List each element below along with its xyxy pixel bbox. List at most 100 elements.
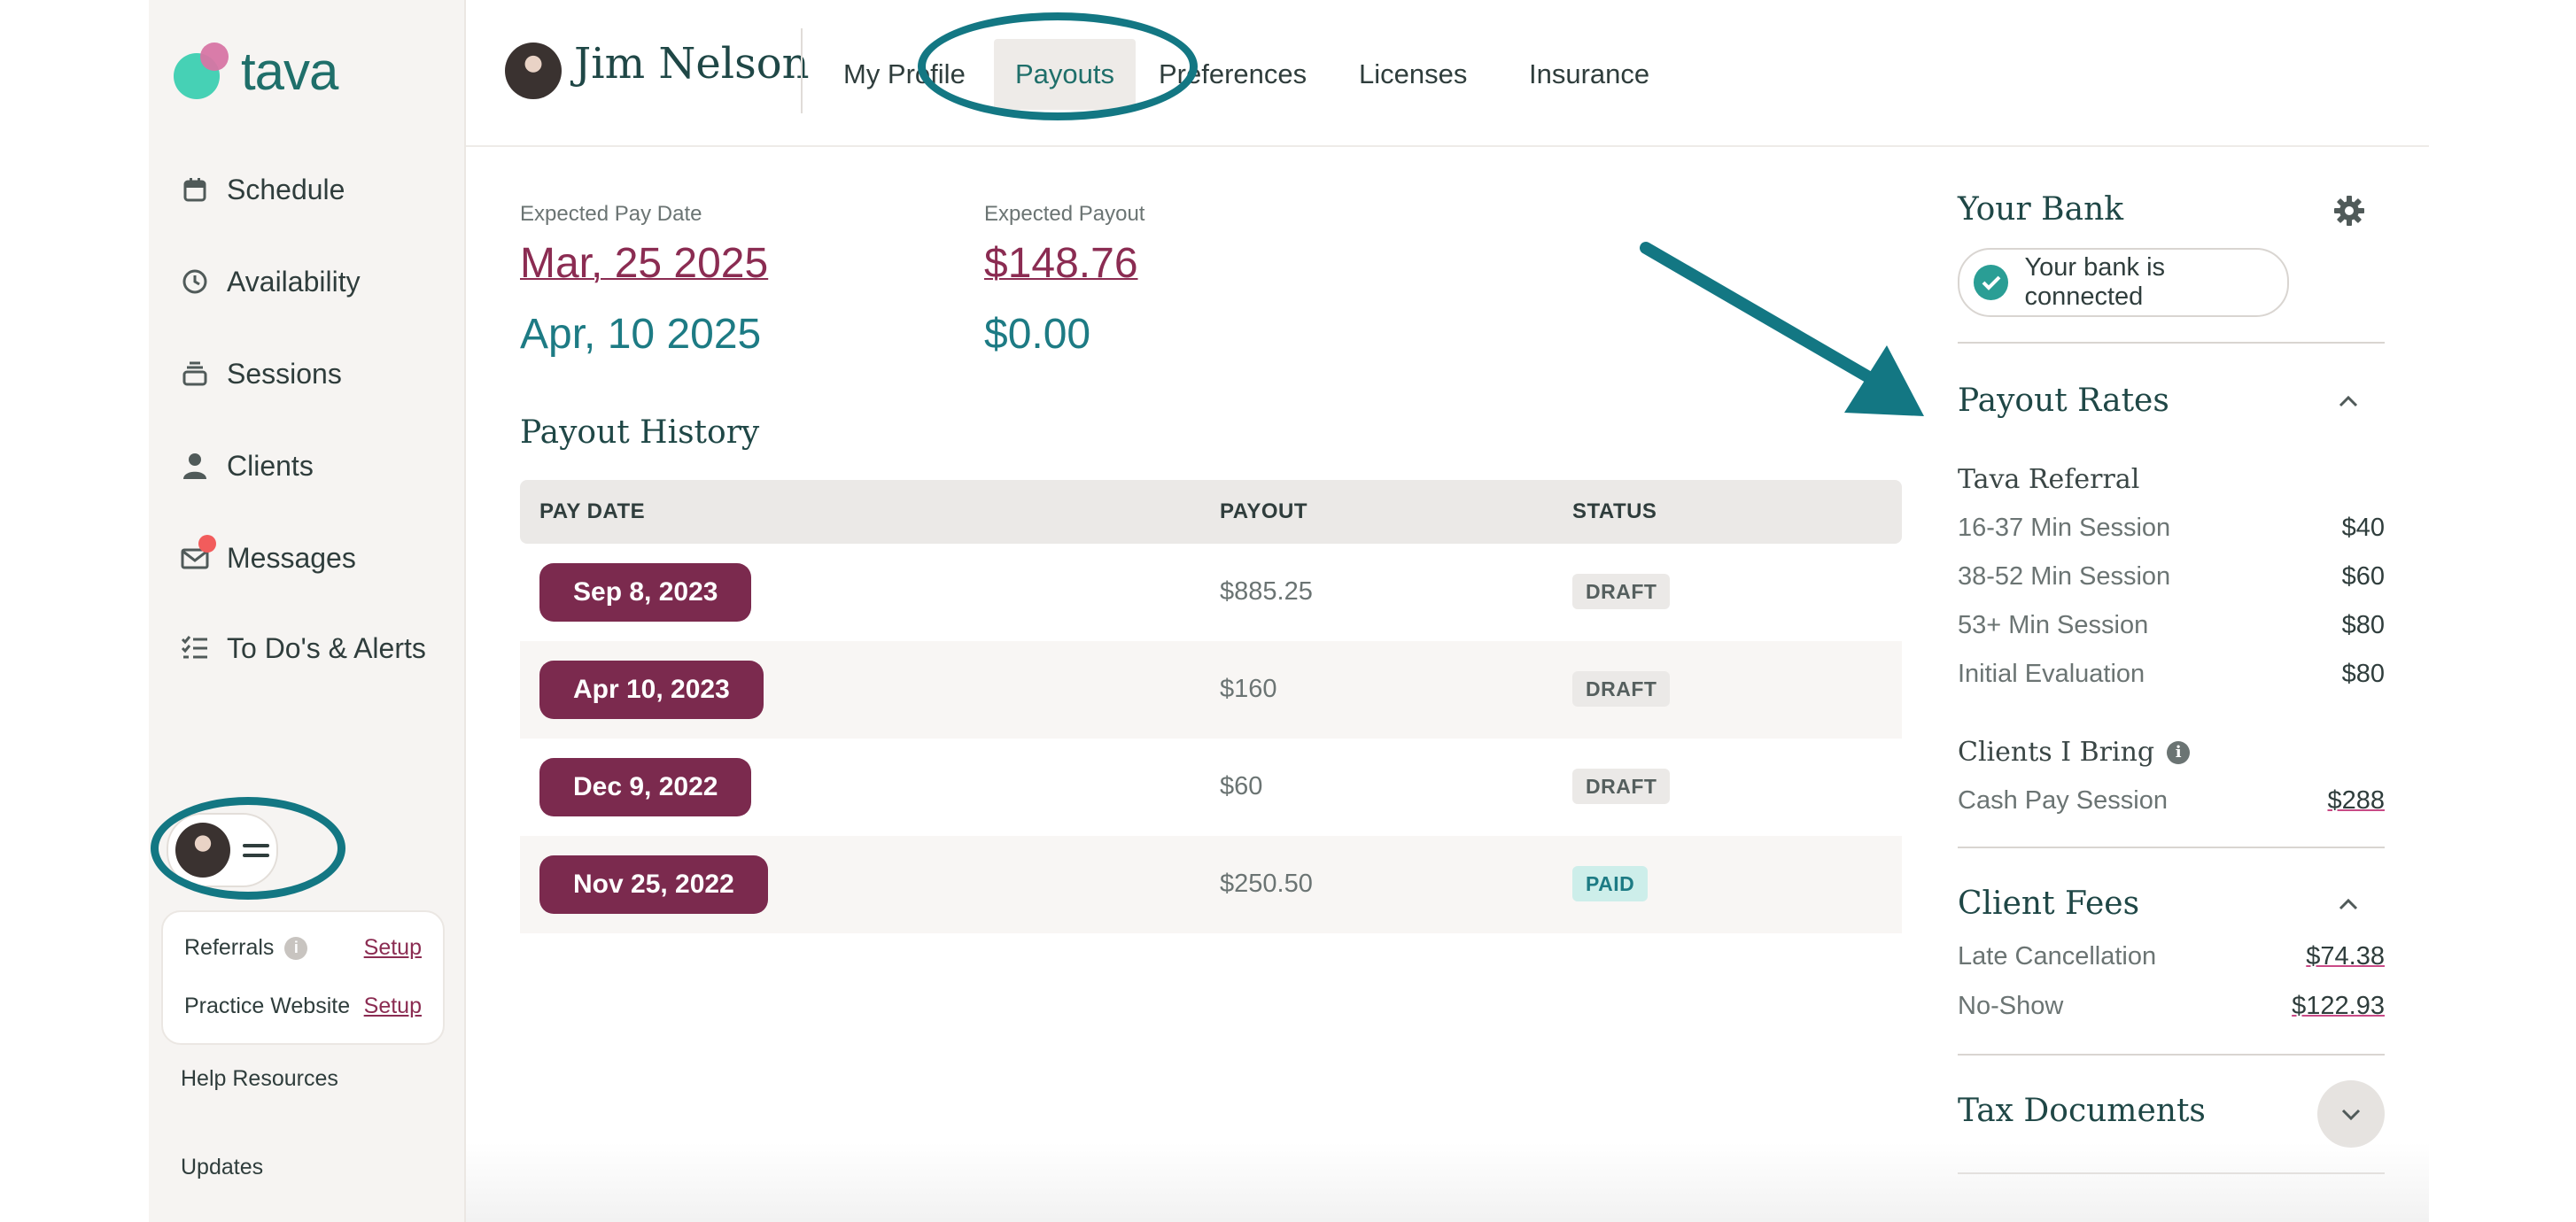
- tab-insurance[interactable]: Insurance: [1508, 39, 1671, 110]
- table-row: Dec 9, 2022 $60 DRAFT: [520, 739, 1902, 836]
- divider: [1958, 1054, 2385, 1056]
- bank-connected-badge: Your bank is connected: [1958, 248, 2289, 317]
- rate-label: Initial Evaluation: [1958, 660, 2145, 688]
- pay-date-button[interactable]: Apr 10, 2023: [539, 661, 764, 719]
- gear-icon[interactable]: [2333, 195, 2365, 231]
- tax-documents-expand-button[interactable]: [2317, 1080, 2385, 1148]
- sidebar-item-messages[interactable]: Messages: [181, 531, 356, 584]
- mail-icon: [181, 535, 216, 572]
- chevron-up-icon[interactable]: [2337, 893, 2360, 916]
- status-badge: DRAFT: [1572, 574, 1671, 609]
- header-divider: [801, 28, 803, 113]
- rate-value: $80: [2341, 660, 2385, 688]
- tab-licenses[interactable]: Licenses: [1338, 39, 1488, 110]
- table-row: Sep 8, 2023 $885.25 DRAFT: [520, 544, 1902, 641]
- rate-label: 38-52 Min Session: [1958, 562, 2171, 591]
- annotation-circle-avatar: [151, 797, 345, 900]
- rate-label: Cash Pay Session: [1958, 786, 2168, 815]
- fee-value-link[interactable]: $74.38: [2306, 942, 2385, 971]
- sidebar-item-label: To Do's & Alerts: [227, 631, 426, 664]
- status-badge: DRAFT: [1572, 769, 1671, 804]
- stack-icon: [181, 360, 209, 388]
- info-icon[interactable]: i: [284, 936, 308, 960]
- person-icon: [181, 452, 209, 480]
- tax-documents-title: Tax Documents: [1958, 1093, 2206, 1129]
- profile-header: Jim Nelson My Profile Payouts Preference…: [466, 0, 2429, 147]
- referrals-label: Referrals: [184, 935, 275, 960]
- table-header: PAY DATE PAYOUT STATUS: [520, 480, 1902, 544]
- table-row: Apr 10, 2023 $160 DRAFT: [520, 641, 1902, 739]
- client-fees-title: Client Fees: [1958, 886, 2140, 922]
- tava-logo[interactable]: tava: [174, 41, 369, 104]
- bank-status-text: Your bank is connected: [2024, 253, 2166, 311]
- sidebar-item-label: Clients: [227, 449, 314, 482]
- sidebar-item-sessions[interactable]: Sessions: [181, 347, 342, 400]
- fee-label: No-Show: [1958, 992, 2064, 1020]
- status-badge: DRAFT: [1572, 671, 1671, 707]
- pay-date-button[interactable]: Dec 9, 2022: [539, 758, 752, 816]
- payout-history-title: Payout History: [520, 414, 760, 451]
- sidebar-item-label: Sessions: [227, 357, 342, 390]
- notification-dot: [198, 535, 216, 553]
- rate-row: Initial Evaluation $80: [1958, 660, 2385, 689]
- payout-amount: $250.50: [1220, 870, 1313, 898]
- expected-pay-date-1[interactable]: Mar, 25 2025: [520, 239, 768, 288]
- info-icon[interactable]: i: [2167, 740, 2191, 764]
- status-badge: PAID: [1572, 866, 1649, 901]
- tava-referral-heading: Tava Referral: [1958, 464, 2140, 495]
- divider: [1958, 847, 2385, 848]
- pay-date-button[interactable]: Sep 8, 2023: [539, 563, 752, 622]
- rate-row: 53+ Min Session $80: [1958, 611, 2385, 640]
- divider: [1958, 342, 2385, 344]
- provider-name: Jim Nelson: [574, 39, 810, 89]
- sidebar-item-todos[interactable]: To Do's & Alerts: [181, 622, 426, 675]
- setup-card: Referrals i Setup Practice Website Setup: [161, 910, 445, 1045]
- column-header-status[interactable]: STATUS: [1572, 499, 1657, 524]
- fee-value-link[interactable]: $122.93: [2292, 992, 2385, 1021]
- payout-amount: $885.25: [1220, 577, 1313, 606]
- column-header-pay-date[interactable]: PAY DATE: [539, 499, 645, 524]
- expected-payout-1[interactable]: $148.76: [984, 239, 1138, 288]
- sidebar-item-label: Messages: [227, 541, 356, 574]
- pay-date-button[interactable]: Nov 25, 2022: [539, 855, 768, 914]
- payout-amount: $160: [1220, 675, 1277, 703]
- rate-value: $60: [2341, 562, 2385, 591]
- clock-icon: [181, 267, 209, 296]
- payout-amount: $60: [1220, 772, 1263, 800]
- updates-link[interactable]: Updates: [181, 1155, 263, 1180]
- your-bank-title: Your Bank: [1958, 191, 2124, 228]
- clients-i-bring-label: Clients I Bring: [1958, 737, 2155, 768]
- rate-label: 53+ Min Session: [1958, 611, 2149, 639]
- help-resources-link[interactable]: Help Resources: [181, 1066, 338, 1092]
- sidebar: tava Schedule Availability Sessions Clie…: [149, 0, 466, 1222]
- payout-rates-title: Payout Rates: [1958, 383, 2169, 419]
- rate-value-link[interactable]: $288: [2327, 786, 2385, 816]
- sidebar-item-availability[interactable]: Availability: [181, 255, 361, 308]
- expected-pay-date-label: Expected Pay Date: [520, 202, 702, 226]
- fee-label: Late Cancellation: [1958, 942, 2157, 971]
- table-row: Nov 25, 2022 $250.50 PAID: [520, 836, 1902, 933]
- calendar-icon: [181, 175, 209, 204]
- avatar: [505, 43, 562, 99]
- sidebar-item-schedule[interactable]: Schedule: [181, 163, 345, 216]
- expected-pay-date-2: Apr, 10 2025: [520, 311, 762, 358]
- practice-website-row: Practice Website: [184, 994, 350, 1019]
- fee-row: No-Show $122.93: [1958, 992, 2385, 1021]
- rate-label: 16-37 Min Session: [1958, 514, 2171, 542]
- fee-row: Late Cancellation $74.38: [1958, 942, 2385, 971]
- rate-value: $40: [2341, 514, 2385, 542]
- sidebar-item-label: Availability: [227, 265, 361, 298]
- chevron-up-icon[interactable]: [2337, 390, 2360, 413]
- annotation-circle-payouts-tab: [918, 12, 1198, 120]
- column-header-payout[interactable]: PAYOUT: [1220, 499, 1307, 524]
- practice-website-label: Practice Website: [184, 994, 351, 1018]
- expected-payout-2: $0.00: [984, 311, 1091, 358]
- referrals-row: Referrals i: [184, 935, 308, 961]
- expected-payout-label: Expected Payout: [984, 202, 1145, 226]
- clients-i-bring-heading: Clients I Bring i: [1958, 737, 2191, 768]
- sidebar-item-clients[interactable]: Clients: [181, 439, 314, 492]
- referrals-setup-link[interactable]: Setup: [364, 935, 422, 961]
- practice-website-setup-link[interactable]: Setup: [364, 994, 422, 1019]
- rate-row: 16-37 Min Session $40: [1958, 514, 2385, 543]
- chevron-down-icon: [2341, 1109, 2361, 1121]
